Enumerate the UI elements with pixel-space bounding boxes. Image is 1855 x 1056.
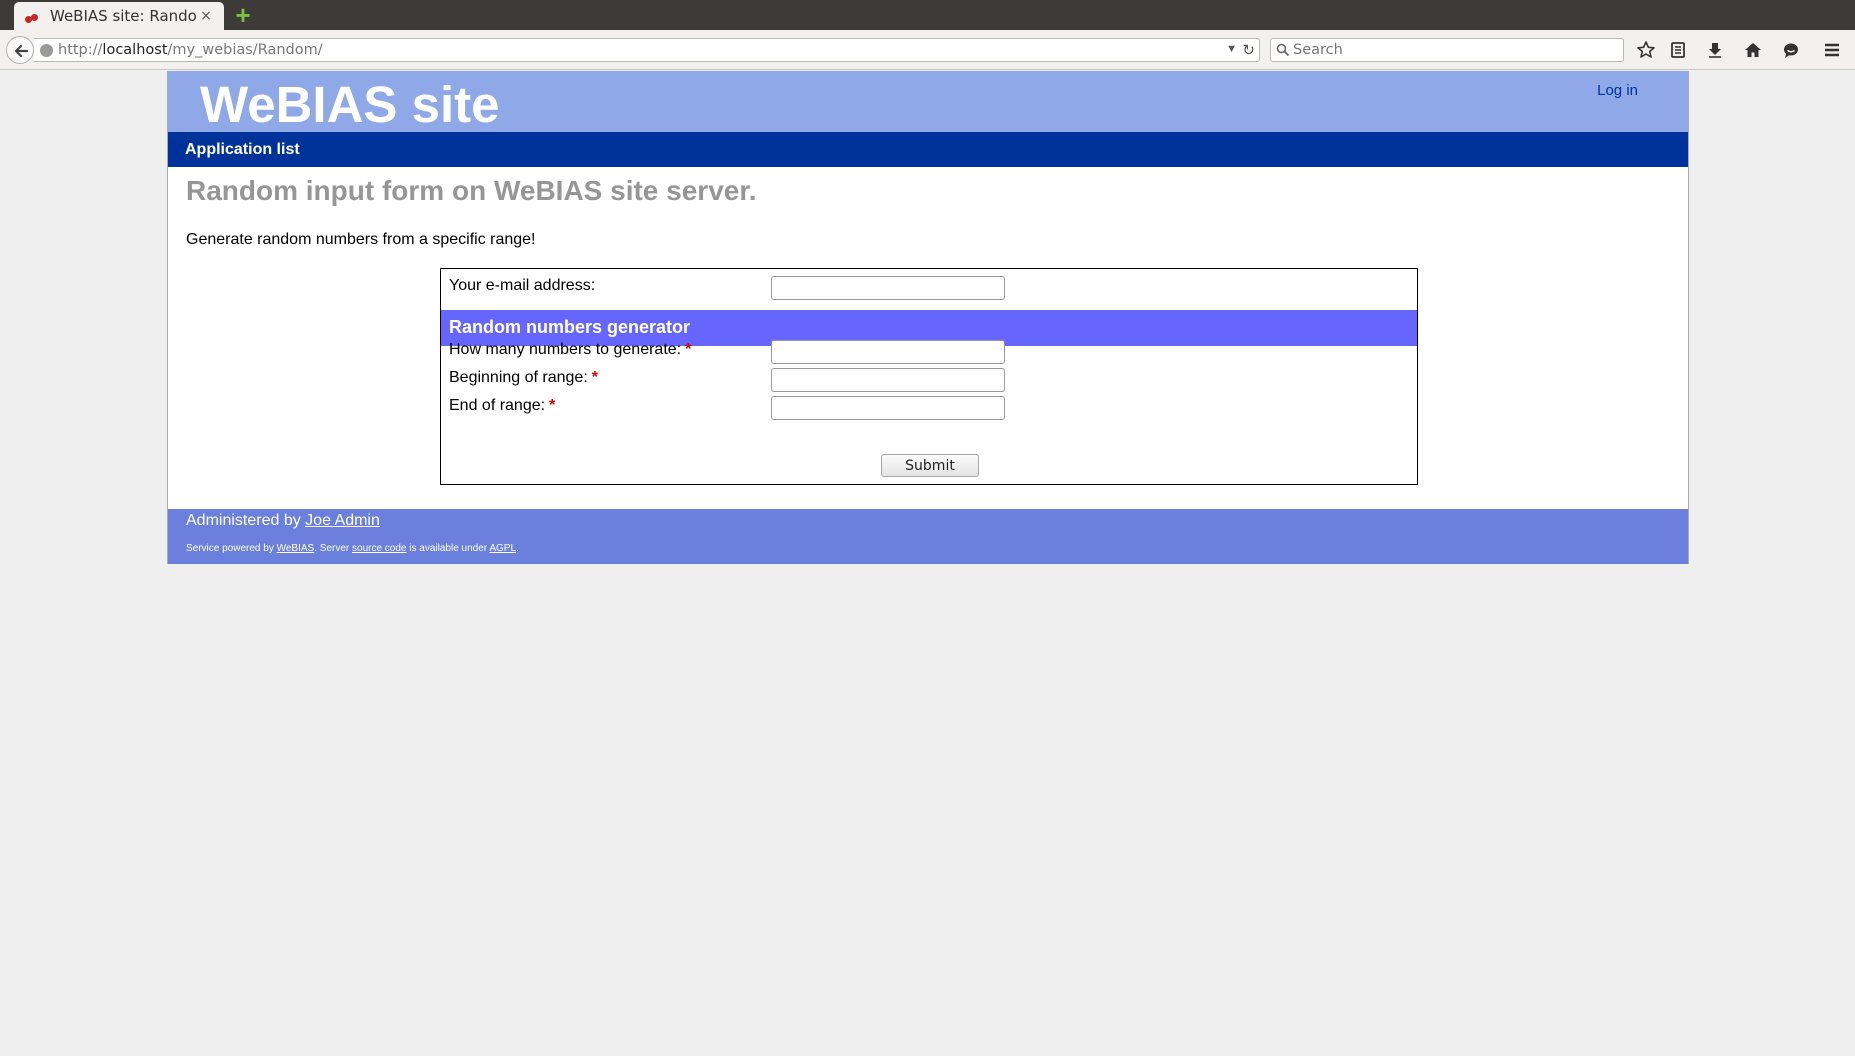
site-footer: Administered by Joe Admin Service powere… bbox=[168, 509, 1688, 564]
range-begin-label: Beginning of range: bbox=[449, 369, 588, 386]
page-title: Random input form on WeBIAS site server. bbox=[186, 175, 757, 206]
search-input[interactable] bbox=[1293, 41, 1613, 59]
source-code-link[interactable]: source code bbox=[352, 543, 406, 554]
site-title: WeBIAS site bbox=[200, 76, 500, 133]
powered-text-2: . Server bbox=[314, 543, 350, 554]
downloads-icon[interactable] bbox=[1705, 40, 1727, 62]
email-field[interactable] bbox=[771, 276, 1005, 300]
application-nav-bar: Application list bbox=[168, 132, 1688, 167]
browser-navbar: http://localhost/my_webias/Random/ ▼ ↻ bbox=[0, 30, 1855, 70]
site-info-icon[interactable] bbox=[40, 44, 53, 57]
search-bar[interactable] bbox=[1270, 38, 1624, 62]
reading-list-icon[interactable] bbox=[1668, 40, 1690, 62]
count-label: How many numbers to generate: bbox=[449, 341, 682, 358]
agpl-link[interactable]: AGPL bbox=[489, 543, 516, 554]
range-end-row: End of range: * bbox=[441, 389, 1417, 422]
new-tab-plus-icon[interactable]: + bbox=[232, 2, 254, 28]
email-row: Your e-mail address: bbox=[441, 269, 1417, 302]
chat-icon[interactable] bbox=[1781, 40, 1803, 62]
tab-title: WeBIAS site: Random bbox=[50, 7, 198, 25]
url-text[interactable]: http://localhost/my_webias/Random/ bbox=[58, 42, 323, 58]
required-asterisk: * bbox=[591, 369, 599, 386]
administered-by-line: Administered by Joe Admin bbox=[186, 512, 380, 530]
powered-text-4: . bbox=[516, 543, 519, 554]
back-button[interactable] bbox=[6, 36, 34, 64]
reload-icon[interactable]: ↻ bbox=[1242, 41, 1255, 59]
range-end-label: End of range: bbox=[449, 397, 546, 414]
required-asterisk: * bbox=[549, 397, 556, 414]
url-bar[interactable]: http://localhost/my_webias/Random/ ▼ ↻ bbox=[34, 38, 1260, 62]
search-icon bbox=[1276, 43, 1290, 57]
administered-by-text: Administered by bbox=[186, 512, 301, 529]
range-end-field[interactable] bbox=[771, 396, 1005, 420]
required-asterisk: * bbox=[685, 341, 692, 358]
back-arrow-icon bbox=[14, 44, 29, 58]
url-history-dropdown-icon[interactable]: ▼ bbox=[1226, 43, 1237, 55]
powered-text-3: is available under bbox=[409, 543, 488, 554]
webias-link[interactable]: WeBIAS bbox=[277, 543, 315, 554]
browser-tab[interactable]: WeBIAS site: Random × bbox=[14, 2, 224, 30]
email-label: Your e-mail address: bbox=[449, 277, 596, 294]
application-list-link[interactable]: Application list bbox=[185, 141, 300, 159]
site-header: WeBIAS site Log in bbox=[168, 71, 1688, 133]
home-icon[interactable] bbox=[1743, 40, 1765, 62]
webias-favicon-icon bbox=[24, 8, 40, 24]
random-input-form: Your e-mail address: Random numbers gene… bbox=[440, 268, 1418, 485]
powered-by-line: Service powered by WeBIAS. Server source… bbox=[186, 543, 519, 554]
admin-name-link[interactable]: Joe Admin bbox=[305, 512, 380, 529]
bookmark-star-icon[interactable] bbox=[1636, 40, 1658, 62]
menu-hamburger-icon[interactable] bbox=[1822, 40, 1844, 62]
page-container: WeBIAS site Log in Application list Rand… bbox=[167, 71, 1689, 564]
tab-close-icon[interactable]: × bbox=[198, 8, 214, 24]
powered-text-1: Service powered by bbox=[186, 543, 274, 554]
page-description: Generate random numbers from a specific … bbox=[186, 231, 536, 248]
browser-tabstrip: WeBIAS site: Random × + bbox=[0, 0, 1855, 30]
login-link[interactable]: Log in bbox=[1597, 82, 1638, 99]
submit-button[interactable]: Submit bbox=[881, 454, 979, 477]
